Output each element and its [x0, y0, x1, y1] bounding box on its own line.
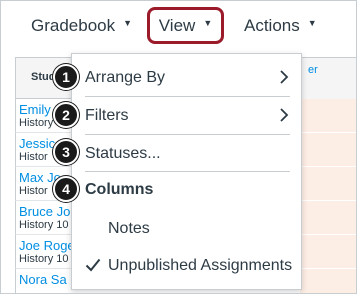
gradebook-toolbar: Gradebook ▼ View ▼ Actions ▼ — [1, 1, 356, 53]
view-menu-button[interactable]: View ▼ — [147, 7, 224, 44]
callout-badge-4: 4 — [53, 176, 79, 202]
grade-cell[interactable] — [300, 167, 356, 201]
gradebook-menu-label: Gradebook — [31, 16, 116, 35]
menu-item-label: Statuses... — [85, 145, 161, 162]
chevron-right-icon — [280, 108, 289, 122]
grade-cell[interactable] — [300, 269, 356, 293]
columns-section-header: Columns — [85, 181, 154, 198]
caret-down-icon: ▼ — [123, 18, 133, 28]
menu-item-notes[interactable]: Notes — [72, 210, 301, 248]
gradebook-menu-button[interactable]: Gradebook ▼ — [31, 9, 132, 43]
callout-badge-3: 3 — [53, 139, 79, 165]
menu-item-label: Filters — [85, 107, 129, 124]
menu-item-unpublished-assignments[interactable]: Unpublished Assignments — [72, 247, 301, 285]
actions-menu-button[interactable]: Actions ▼ — [244, 9, 317, 43]
assignment-column-header[interactable]: er — [300, 57, 356, 99]
menu-item-arrange-by[interactable]: Arrange By — [72, 59, 301, 97]
gradebook-frame: Gradebook ▼ View ▼ Actions ▼ Student er … — [0, 0, 357, 294]
menu-item-filters[interactable]: Filters — [72, 97, 301, 135]
checkmark-icon — [85, 258, 101, 272]
menu-item-statuses[interactable]: Statuses... — [72, 135, 301, 173]
caret-down-icon: ▼ — [203, 17, 213, 28]
menu-item-label: Arrange By — [85, 69, 166, 86]
view-menu-label: View — [158, 15, 196, 35]
menu-item-label: Notes — [108, 220, 150, 237]
callout-badge-2: 2 — [53, 102, 79, 128]
menu-item-label: Unpublished Assignments — [108, 257, 293, 274]
callout-badge-1: 1 — [53, 64, 79, 90]
grade-cell[interactable] — [300, 99, 356, 133]
chevron-right-icon — [280, 70, 289, 84]
grade-cell[interactable] — [300, 201, 356, 235]
grade-cell[interactable] — [300, 235, 356, 269]
view-dropdown-menu: Arrange By Filters Statuses... Columns N… — [71, 53, 302, 290]
caret-down-icon: ▼ — [307, 18, 317, 28]
grade-cell[interactable] — [300, 133, 356, 167]
actions-menu-label: Actions — [244, 16, 300, 35]
